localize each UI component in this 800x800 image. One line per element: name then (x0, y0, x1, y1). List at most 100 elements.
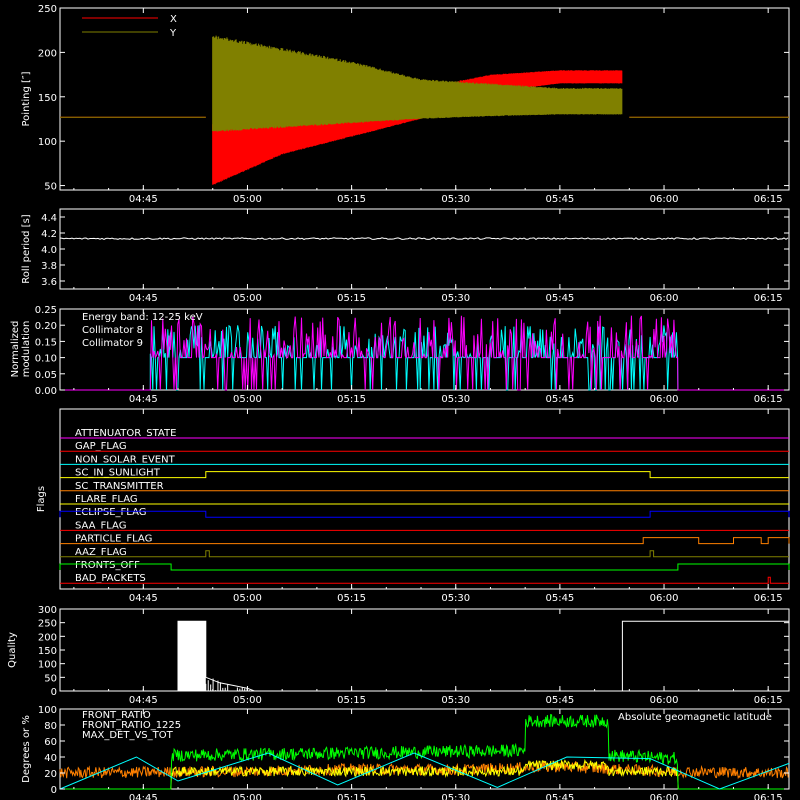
pointing-ylabel: Pointing [″] (21, 71, 32, 126)
x-tick-label: 04:45 (129, 593, 158, 604)
x-tick-label: 05:15 (337, 293, 366, 304)
legend-label-x: X (170, 14, 177, 25)
quality-series (60, 620, 789, 692)
x-tick-label: 05:30 (441, 695, 470, 706)
ratios-panel: 04:45 05:00 05:15 05:30 05:45 06:00 06:15 0 20 40… (21, 705, 790, 800)
flag-trace (60, 537, 790, 545)
y-tick-label: 200 (38, 632, 57, 643)
x-tick-label: 05:00 (233, 293, 262, 304)
flag-label: BAD_PACKETS (75, 573, 146, 584)
flag-label: SC_IN_SUNLIGHT (75, 468, 161, 479)
pointing-legend: XY (82, 14, 177, 39)
x-tick-label: 06:00 (650, 593, 679, 604)
y-tick-label: 0.10 (35, 354, 57, 365)
flag-trace (60, 471, 789, 479)
y-tick-label: 0.15 (35, 337, 57, 348)
x-tick-label: 05:15 (337, 793, 366, 800)
pointing-panel: 04:45 05:00 05:15 05:30 05:45 06:00 06:15 50 100… (21, 4, 790, 205)
flag-label: ATTENUATOR_STATE (75, 428, 176, 439)
x-tick-label: 05:30 (441, 194, 470, 205)
x-tick-label: 06:15 (754, 793, 783, 800)
y-tick-label: 250 (38, 4, 57, 15)
quality-plot-area (60, 620, 789, 692)
y-tick-label: 0 (51, 785, 57, 796)
y-tick-label: 40 (44, 753, 57, 764)
y-tick-label: 0.00 (35, 386, 57, 397)
modulation-legend-label: Collimator 9 (82, 338, 143, 349)
quality-ylabel: Quality (7, 632, 18, 668)
flag-trace (59, 510, 790, 518)
pointing-plot-area (60, 35, 789, 185)
flag-label: NON_SOLAR_EVENT (75, 454, 176, 465)
x-tick-label: 04:45 (129, 293, 158, 304)
y-tick-label: 50 (44, 673, 57, 684)
flag-label: FRONTS_OFF (75, 560, 140, 571)
y-tick-label: 20 (44, 769, 57, 780)
y-tick-label: 100 (38, 137, 57, 148)
flag-label: AAZ_FLAG (75, 547, 127, 558)
x-tick-label: 05:30 (441, 793, 470, 800)
y-tick-label: 0.25 (35, 305, 57, 316)
flags-ylabel: Flags (36, 486, 47, 512)
x-tick-label: 05:45 (545, 194, 574, 205)
x-tick-label: 05:45 (545, 695, 574, 706)
x-tick-label: 06:00 (650, 194, 679, 205)
x-tick-label: 05:30 (441, 593, 470, 604)
y-tick-label: 0.20 (35, 321, 57, 332)
x-tick-label: 06:00 (650, 293, 679, 304)
flag-label: SAA_FLAG (75, 520, 126, 531)
x-tick-label: 06:00 (650, 394, 679, 405)
x-tick-label: 05:45 (545, 394, 574, 405)
y-tick-label: 200 (38, 48, 57, 59)
flag-label: PARTICLE_FLAG (75, 534, 152, 545)
y-tick-label: 150 (38, 93, 57, 104)
x-tick-label: 06:15 (754, 695, 783, 706)
modulation-annotation: Energy band: 12-25 keV (82, 312, 203, 323)
x-tick-label: 05:45 (545, 293, 574, 304)
x-tick-label: 05:45 (545, 793, 574, 800)
x-tick-label: 05:00 (233, 394, 262, 405)
x-tick-label: 04:45 (129, 394, 158, 405)
x-tick-label: 06:15 (754, 194, 783, 205)
flag-trace (59, 563, 790, 571)
modulation-legend: Collimator 8 Collimator 9 (82, 325, 143, 349)
x-tick-label: 05:15 (337, 593, 366, 604)
y-tick-label: 60 (44, 737, 57, 748)
y-tick-label: 3.8 (41, 261, 57, 272)
x-tick-label: 04:45 (129, 695, 158, 706)
x-tick-label: 05:00 (233, 695, 262, 706)
x-tick-label: 05:45 (545, 593, 574, 604)
y-tick-label: 4.4 (41, 213, 57, 224)
x-tick-label: 06:15 (754, 593, 783, 604)
modulation-plot-area (60, 315, 789, 391)
roll-ylabel: Roll period [s] (21, 214, 32, 283)
x-tick-label: 04:45 (129, 793, 158, 800)
x-tick-label: 05:00 (233, 194, 262, 205)
x-tick-label: 06:15 (754, 293, 783, 304)
quality-fill-block (178, 621, 206, 691)
modulation-panel: 04:45 05:00 05:15 05:30 05:45 06:00 06:15 0.00 0… (10, 305, 790, 405)
flag-label: ECLIPSE_FLAG (75, 507, 146, 518)
y-tick-label: 100 (38, 705, 57, 716)
roll-period-series (59, 237, 789, 241)
modulation-ylabel-line2: modulation (21, 321, 32, 378)
chart-canvas: 04:45 05:00 05:15 05:30 05:45 06:00 06:15 50 100… (7, 4, 790, 800)
quality-panel: 04:45 05:00 05:15 05:30 05:45 06:00 06:15 0 50 10… (7, 605, 790, 706)
x-tick-label: 05:00 (233, 593, 262, 604)
y-tick-label: 3.6 (41, 277, 57, 288)
modulation-legend-label: Collimator 8 (82, 325, 143, 336)
roll-plot-area (59, 237, 789, 241)
y-tick-label: 80 (44, 721, 57, 732)
flag-trace (60, 576, 789, 584)
x-tick-label: 05:00 (233, 793, 262, 800)
x-tick-label: 05:30 (441, 293, 470, 304)
y-tick-label: 0.05 (35, 370, 57, 381)
ratios-legend-label: MAX_DET_VS_TOT (82, 730, 174, 741)
y-tick-label: 250 (38, 619, 57, 630)
x-tick-label: 05:15 (337, 394, 366, 405)
y-tick-label: 50 (44, 182, 57, 193)
ratios-legend-latitude: Absolute geomagnetic latitude (618, 712, 772, 723)
flags-plot-area: ATTENUATOR_STATE GAP_FLAG NON_SOLAR_EVENT S… (59, 428, 790, 584)
roll-axes: 04:45 05:00 05:15 05:30 05:45 06:00 06:15 3.6 3.… (41, 209, 789, 304)
y-tick-label: 100 (38, 660, 57, 671)
